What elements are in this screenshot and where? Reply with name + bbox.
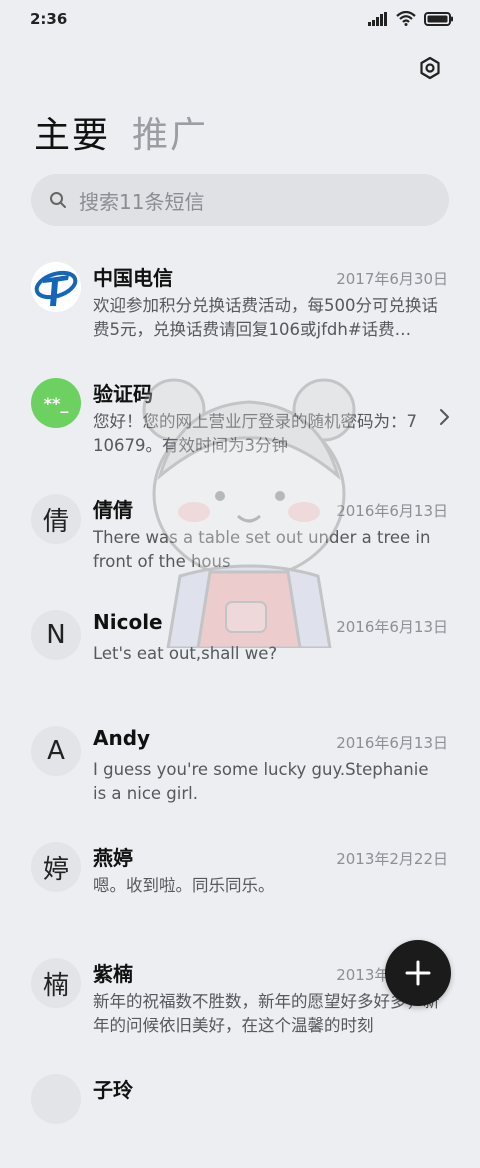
message-item[interactable]: N Nicole 2016年6月13日 Let's eat out,shall … — [0, 588, 480, 704]
plus-icon — [405, 960, 431, 986]
sender-name: Andy — [93, 726, 151, 750]
message-date: 2016年6月13日 — [336, 618, 448, 636]
avatar — [31, 1074, 81, 1124]
message-item[interactable]: 子玲 — [0, 1052, 480, 1168]
status-time: 2:36 — [30, 10, 68, 28]
message-date: 2017年6月30日 — [336, 270, 448, 288]
message-preview: 新年的祝福数不胜数，新年的愿望好多好多，新年的问候依旧美好，在这个温馨的时刻 — [93, 992, 440, 1035]
avatar: 楠 — [31, 958, 81, 1008]
avatar-letter: A — [47, 736, 65, 766]
sender-name: 验证码 — [93, 382, 153, 406]
message-date: 2016年6月13日 — [336, 502, 448, 520]
message-item[interactable]: **_ 验证码 您好！您的网上营业厅登录的随机密码为：710679。有效时间为3… — [0, 356, 480, 472]
search-icon — [50, 192, 66, 208]
sender-name: 子玲 — [93, 1078, 133, 1102]
compose-button[interactable] — [385, 940, 451, 1006]
message-date: 2013年2月22日 — [336, 850, 448, 868]
message-preview: I guess you're some lucky guy.Stephanie … — [93, 760, 429, 803]
tab-primary[interactable]: 主要 — [34, 106, 110, 158]
tab-bar: 主要 推广 — [34, 106, 208, 158]
sender-name: 倩倩 — [93, 498, 133, 522]
sender-name: 燕婷 — [93, 846, 133, 870]
avatar: **_ — [31, 378, 81, 428]
battery-icon — [424, 11, 453, 26]
message-preview: Let's eat out,shall we? — [93, 644, 278, 663]
message-date: 2016年6月13日 — [336, 734, 448, 752]
message-item[interactable]: 中国电信 2017年6月30日 欢迎参加积分兑换话费活动，每500分可兑换话费5… — [0, 240, 480, 356]
message-preview: 欢迎参加积分兑换话费活动，每500分可兑换话费5元，兑换话费请回复106或jfd… — [93, 296, 438, 339]
china-telecom-logo-icon — [31, 262, 81, 312]
avatar: 婷 — [31, 842, 81, 892]
wifi-icon — [396, 11, 416, 26]
status-bar: 2:36 — [0, 0, 480, 40]
message-item[interactable]: A Andy 2016年6月13日 I guess you're some lu… — [0, 704, 480, 820]
message-list: 中国电信 2017年6月30日 欢迎参加积分兑换话费活动，每500分可兑换话费5… — [0, 240, 480, 1168]
sender-name: 中国电信 — [93, 266, 173, 290]
message-preview: There was a table set out under a tree i… — [93, 528, 431, 571]
message-item[interactable]: 倩 倩倩 2016年6月13日 There was a table set ou… — [0, 472, 480, 588]
settings-button[interactable] — [414, 52, 446, 84]
sender-name: 紫楠 — [93, 962, 133, 986]
status-icons — [368, 11, 454, 26]
avatar-letter: 楠 — [42, 970, 69, 1001]
avatar-letter: 婷 — [42, 854, 69, 885]
tab-promotions[interactable]: 推广 — [132, 106, 208, 158]
avatar: 倩 — [31, 494, 81, 544]
sender-name: Nicole — [93, 610, 163, 634]
signal-icon — [368, 11, 387, 26]
chevron-right-icon[interactable] — [438, 408, 450, 426]
avatar-letter: N — [46, 620, 66, 650]
avatar: A — [31, 726, 81, 776]
settings-icon — [420, 56, 440, 80]
search-bar[interactable]: 搜索11条短信 — [31, 174, 449, 226]
message-preview: 您好！您的网上营业厅登录的随机密码为：710679。有效时间为3分钟 — [93, 412, 417, 455]
code-avatar-text: **_ — [43, 393, 69, 413]
search-input[interactable]: 搜索11条短信 — [79, 186, 204, 215]
message-item[interactable]: 婷 燕婷 2013年2月22日 嗯。收到啦。同乐同乐。 — [0, 820, 480, 936]
avatar — [31, 262, 81, 312]
avatar-letter: 倩 — [42, 506, 69, 537]
avatar: N — [31, 610, 81, 660]
message-preview: 嗯。收到啦。同乐同乐。 — [93, 876, 275, 895]
